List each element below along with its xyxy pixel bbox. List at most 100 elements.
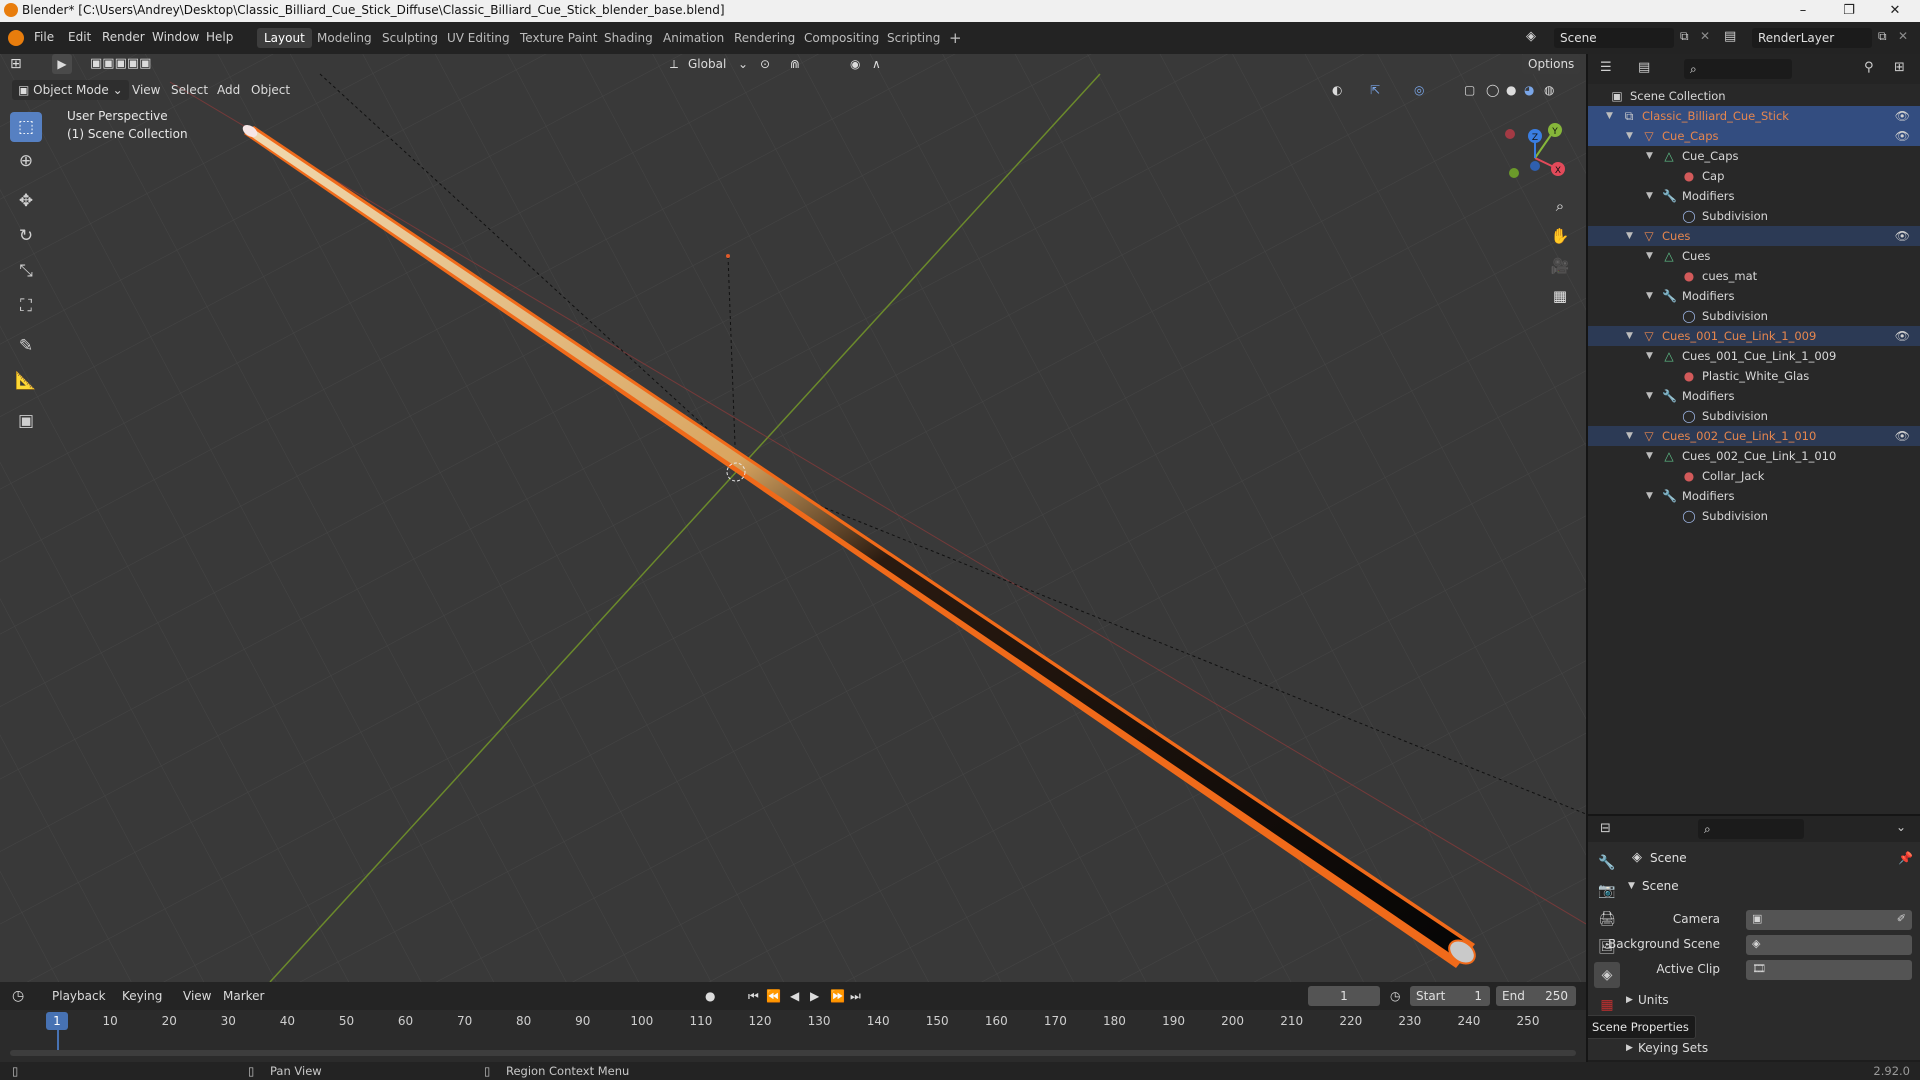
viewport-menu-add[interactable]: Add <box>217 80 240 100</box>
eyedropper-icon[interactable]: ✐ <box>1897 912 1906 925</box>
area-divider-horizontal[interactable] <box>1588 814 1920 816</box>
workspace-tab-compositing[interactable]: Compositing <box>797 28 886 48</box>
snap-icon[interactable]: ⋒ <box>790 54 800 74</box>
transform-tool[interactable]: ⛶ <box>10 291 42 321</box>
view-layer-icon[interactable]: ▤ <box>1724 29 1736 44</box>
expand-toggle-icon[interactable]: ▼ <box>1646 346 1658 366</box>
proportional-editing-icon[interactable]: ◉ <box>850 54 860 74</box>
close-button[interactable]: ✕ <box>1872 0 1918 22</box>
outliner-search-input[interactable]: ⌕ <box>1684 59 1792 79</box>
viewport-menu-object[interactable]: Object <box>251 80 290 100</box>
preview-range-icon[interactable]: ◷ <box>1390 986 1400 1006</box>
pivot-point-icon[interactable]: ⊙ <box>760 54 770 74</box>
expand-toggle-icon[interactable]: ▼ <box>1606 106 1618 126</box>
outliner-row-mesh[interactable]: ▼ △ Cues_001_Cue_Link_1_009 <box>1588 346 1920 366</box>
workspace-tab-texture-paint[interactable]: Texture Paint <box>513 28 604 48</box>
start-frame-field[interactable]: Start 1 <box>1410 986 1490 1006</box>
scene-panel-title[interactable]: Scene <box>1642 879 1679 893</box>
expand-toggle-icon[interactable]: ▼ <box>1646 386 1658 406</box>
render-properties-tab[interactable]: 📷 <box>1594 878 1620 904</box>
outliner-editor-icon[interactable]: ☰ <box>1600 60 1612 75</box>
material-shading-icon[interactable]: ◕ <box>1524 80 1534 100</box>
menu-render[interactable]: Render <box>102 30 145 44</box>
outliner-scene-collection[interactable]: ▣ Scene Collection <box>1588 86 1920 106</box>
previous-keyframe-icon[interactable]: ⏪ <box>766 986 781 1006</box>
visibility-icon[interactable]: ◐ <box>1332 80 1342 100</box>
units-panel-title[interactable]: Units <box>1638 993 1669 1007</box>
render-layer-field[interactable]: RenderLayer <box>1752 28 1872 48</box>
eye-icon[interactable]: 👁 <box>1895 326 1910 346</box>
properties-search-input[interactable]: ⌕ <box>1698 819 1804 839</box>
outliner-row-modifier[interactable]: ▼ 🔧 Modifiers <box>1588 186 1920 206</box>
select-tool-icon[interactable]: ▶ <box>52 54 72 74</box>
end-frame-field[interactable]: End 250 <box>1496 986 1576 1006</box>
next-keyframe-icon[interactable]: ⏩ <box>830 986 845 1006</box>
light-object[interactable] <box>726 254 730 258</box>
outliner-row-collection[interactable]: ▼ ⧉ Classic_Billiard_Cue_Stick 👁 <box>1588 106 1920 126</box>
jump-end-icon[interactable]: ⏭ <box>850 986 861 1006</box>
select-box-tool[interactable]: ⬚ <box>10 112 42 142</box>
current-frame-field[interactable]: 1 <box>1308 986 1380 1006</box>
workspace-tab-scripting[interactable]: Scripting <box>880 28 947 48</box>
expand-toggle-icon[interactable]: ▼ <box>1646 446 1658 466</box>
output-properties-tab[interactable]: 🖨 <box>1594 906 1620 932</box>
outliner-row-subsurf[interactable]: ◯ Subdivision <box>1588 406 1920 426</box>
auto-keying-icon[interactable]: ● <box>705 986 715 1006</box>
play-icon[interactable]: ▶ <box>810 986 819 1006</box>
background-scene-field[interactable]: ◈ <box>1746 935 1912 955</box>
scene-selector-icon[interactable]: ◈ <box>1526 29 1536 44</box>
outliner-row-material[interactable]: ● cues_mat <box>1588 266 1920 286</box>
workspace-tab-uv-editing[interactable]: UV Editing <box>440 28 517 48</box>
menu-help[interactable]: Help <box>206 30 233 44</box>
outliner-row-modifier[interactable]: ▼ 🔧 Modifiers <box>1588 386 1920 406</box>
outliner-row-object[interactable]: ▼ ▽ Cues 👁 <box>1588 226 1920 246</box>
timeline-editor-icon[interactable]: ◷ <box>12 986 24 1006</box>
menu-window[interactable]: Window <box>152 30 199 44</box>
outliner-row-modifier[interactable]: ▼ 🔧 Modifiers <box>1588 286 1920 306</box>
eye-icon[interactable]: 👁 <box>1895 426 1910 446</box>
measure-tool[interactable]: 📐 <box>10 366 42 396</box>
scene-name-field[interactable]: Scene <box>1554 28 1674 48</box>
editor-type-icon[interactable]: ⊞ <box>10 54 22 74</box>
timeline-menu-view[interactable]: View <box>183 986 211 1006</box>
playhead-frame-indicator[interactable]: 1 <box>46 1012 68 1030</box>
selection-mode-icons[interactable]: ▣▣▣▣▣ <box>90 54 151 74</box>
outliner-row-subsurf[interactable]: ◯ Subdivision <box>1588 506 1920 526</box>
workspace-tab-layout[interactable]: Layout <box>257 28 312 48</box>
expand-toggle-icon[interactable]: ▼ <box>1646 186 1658 206</box>
add-workspace-button[interactable]: + <box>942 28 969 48</box>
annotate-tool[interactable]: ✎ <box>10 331 42 361</box>
camera-field[interactable]: ▣ ✐ <box>1746 910 1912 930</box>
eye-icon[interactable]: 👁 <box>1895 226 1910 246</box>
new-scene-icon[interactable]: ⧉ <box>1680 29 1689 44</box>
display-mode-icon[interactable]: ▤ <box>1638 60 1650 75</box>
timeline-menu-playback[interactable]: Playback <box>52 986 106 1006</box>
properties-editor-icon[interactable]: ⊟ <box>1600 821 1611 836</box>
timeline-menu-keying[interactable]: Keying <box>122 986 162 1006</box>
cursor-tool[interactable]: ⊕ <box>10 146 42 176</box>
outliner-row-material[interactable]: ● Plastic_White_Glas <box>1588 366 1920 386</box>
chevron-down-icon[interactable]: ⌄ <box>1896 820 1906 834</box>
units-panel-chevron-icon[interactable]: ▶ <box>1626 995 1633 1005</box>
outliner-row-subsurf[interactable]: ◯ Subdivision <box>1588 306 1920 326</box>
menu-file[interactable]: File <box>34 30 54 44</box>
active-clip-field[interactable]: 🎞 <box>1746 960 1912 980</box>
expand-toggle-icon[interactable]: ▼ <box>1646 246 1658 266</box>
outliner-row-mesh[interactable]: ▼ △ Cues_002_Cue_Link_1_010 <box>1588 446 1920 466</box>
tool-properties-tab[interactable]: 🔧 <box>1594 850 1620 876</box>
perspective-toggle-icon[interactable]: ▦ <box>1547 283 1573 309</box>
keying-sets-chevron-icon[interactable]: ▶ <box>1626 1043 1633 1053</box>
timeline-scrollbar[interactable] <box>10 1050 1576 1056</box>
blender-menu-icon[interactable] <box>8 30 24 46</box>
falloff-icon[interactable]: ∧ <box>872 54 881 74</box>
viewport-menu-select[interactable]: Select <box>171 80 208 100</box>
minimize-button[interactable]: – <box>1780 0 1826 22</box>
outliner-row-material[interactable]: ● Collar_Jack <box>1588 466 1920 486</box>
outliner-row-material[interactable]: ● Cap <box>1588 166 1920 186</box>
outliner-row-object[interactable]: ▼ ▽ Cues_001_Cue_Link_1_009 👁 <box>1588 326 1920 346</box>
workspace-tab-modeling[interactable]: Modeling <box>310 28 379 48</box>
rendered-shading-icon[interactable]: ◍ <box>1544 80 1554 100</box>
3d-viewport[interactable] <box>0 54 1586 982</box>
pan-view-icon[interactable]: ✋ <box>1547 223 1573 249</box>
playhead-line[interactable] <box>57 1030 59 1050</box>
